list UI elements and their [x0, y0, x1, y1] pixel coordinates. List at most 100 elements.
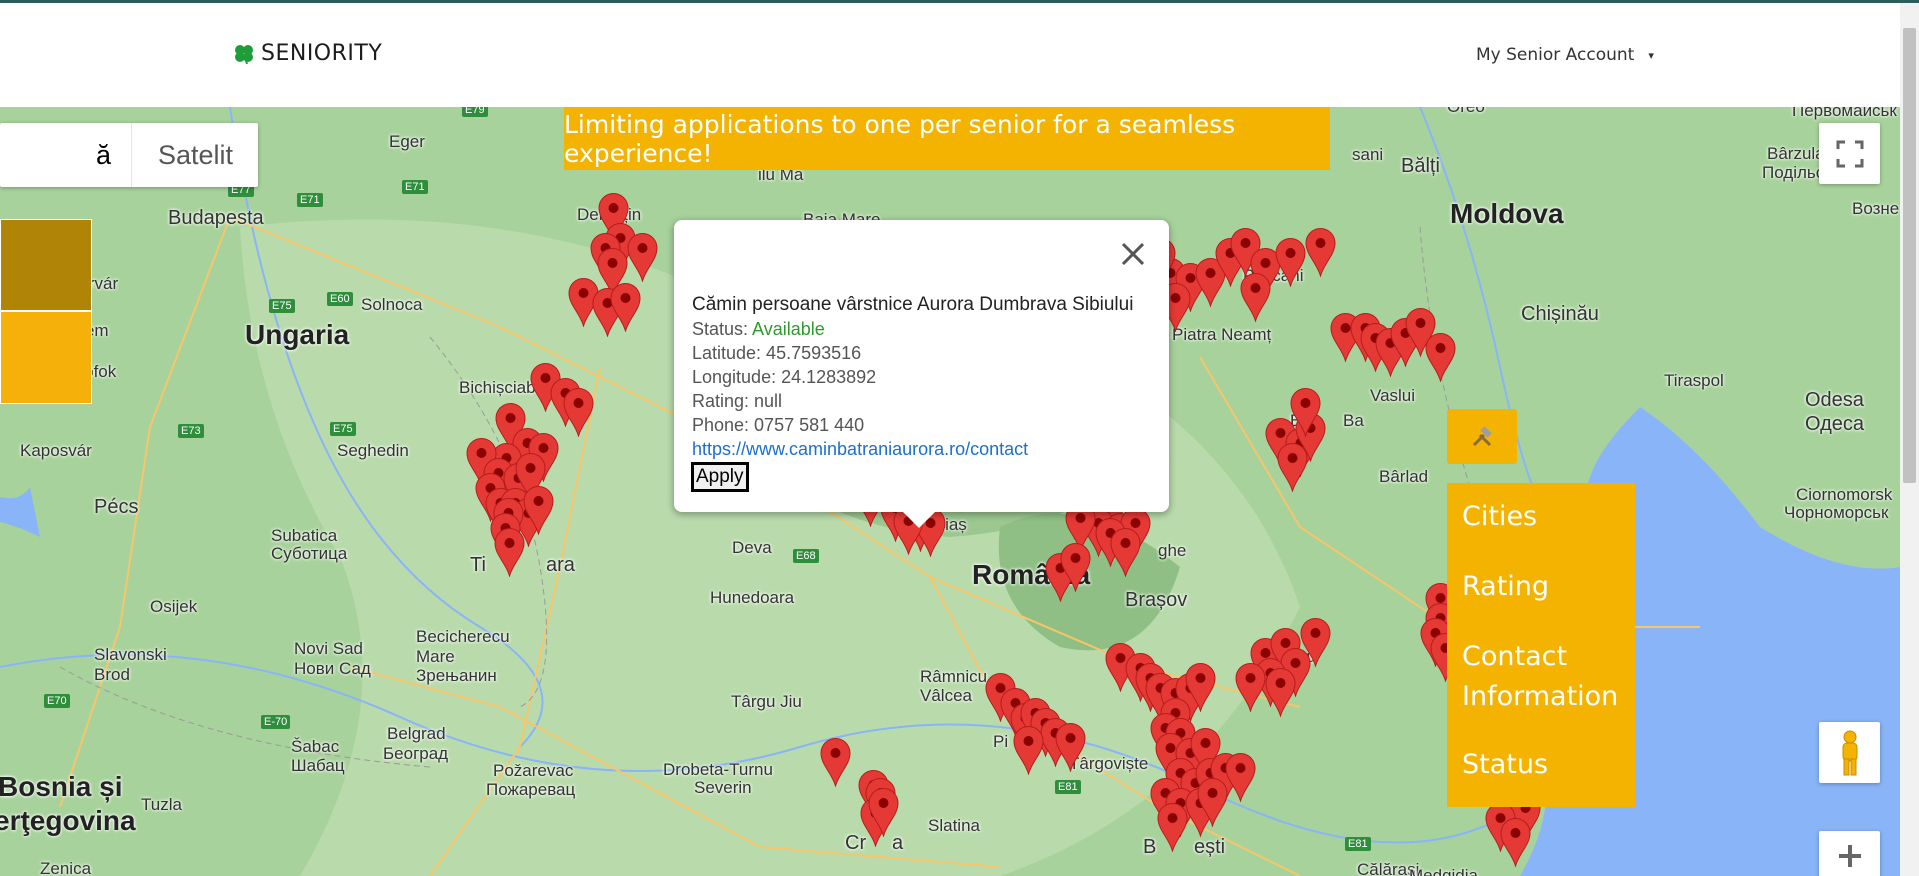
map-label: Oreo: [1447, 107, 1485, 117]
map[interactable]: Moldova Ungaria România Bosnia și erţego…: [0, 107, 1900, 876]
map-marker-icon[interactable]: [1300, 617, 1331, 667]
map-label: Чорноморськ: [1784, 503, 1889, 522]
map-marker-icon[interactable]: [610, 282, 641, 332]
map-label: Subatica: [271, 526, 338, 545]
map-label: Kaposvár: [20, 441, 92, 460]
apply-button[interactable]: Apply: [691, 462, 749, 492]
map-label: Bălți: [1401, 155, 1440, 177]
map-label: Brașov: [1125, 589, 1188, 611]
facility-latitude: Latitude: 45.7593516: [692, 343, 862, 363]
page-scrollbar[interactable]: [1900, 3, 1919, 876]
road-shield: E81: [1055, 780, 1081, 794]
map-label: Hunedoara: [710, 588, 795, 607]
map-type-harta[interactable]: ă: [0, 123, 132, 187]
facility-website-link[interactable]: https://www.caminbatraniaurora.ro/contac…: [692, 439, 1028, 459]
map-marker-icon[interactable]: [1235, 662, 1266, 712]
road-shield: E71: [402, 180, 428, 194]
plus-icon: [1838, 845, 1861, 867]
map-label: Râmnicu: [920, 667, 988, 686]
map-label: Odesa: [1805, 389, 1864, 411]
pegman-icon: [1842, 730, 1857, 775]
map-label: Severin: [694, 778, 752, 797]
map-label: Bosnia și: [0, 771, 123, 802]
map-label: Požarevac: [493, 761, 574, 780]
info-banner: Limiting applications to one per senior …: [564, 107, 1330, 170]
map-label: ești: [1194, 836, 1226, 858]
status-value: Available: [752, 319, 825, 339]
filter-status[interactable]: Status: [1462, 745, 1620, 785]
map-label: Osijek: [150, 597, 198, 616]
map-label: Becicherecu: [416, 627, 510, 646]
street-view-pegman[interactable]: [1819, 722, 1880, 783]
road-shield: E79: [462, 107, 488, 117]
side-tab-secondary[interactable]: [0, 311, 92, 404]
tools-button[interactable]: [1447, 409, 1517, 464]
brand[interactable]: SENIORITY: [233, 41, 382, 66]
map-label: Одеса: [1805, 413, 1865, 435]
map-marker-icon[interactable]: [1265, 667, 1296, 717]
map-label: Београд: [383, 744, 449, 763]
map-label: Пожаревац: [486, 780, 576, 799]
status-label: Status:: [692, 319, 753, 339]
map-label: Суботица: [271, 544, 348, 563]
map-label: Šabac: [291, 737, 340, 756]
map-marker-icon[interactable]: [563, 387, 594, 437]
map-label: Bârlad: [1379, 467, 1429, 486]
clover-icon: [235, 44, 253, 64]
map-label: Ungaria: [245, 319, 350, 350]
map-label: Первомайськ: [1792, 107, 1897, 120]
filter-rating[interactable]: Rating: [1462, 567, 1620, 607]
facility-status: Status: Available: [692, 317, 1133, 341]
road-shield: E75: [269, 299, 295, 313]
account-menu[interactable]: My Senior Account ▾: [1476, 45, 1654, 65]
road-shield: E68: [793, 549, 819, 563]
road-shield: E73: [178, 424, 204, 438]
map-marker-icon[interactable]: [1055, 722, 1086, 772]
navbar: SENIORITY My Senior Account ▾: [0, 3, 1900, 107]
side-tab-primary[interactable]: [0, 219, 92, 311]
road-shield: E70: [44, 694, 70, 708]
hammer-icon: [1472, 425, 1492, 446]
map-label: Moldova: [1450, 198, 1564, 229]
map-label: B: [1143, 836, 1157, 858]
map-marker-icon[interactable]: [868, 787, 899, 837]
map-label: Ti: [470, 554, 486, 576]
map-marker-icon[interactable]: [1060, 542, 1091, 592]
fullscreen-button[interactable]: [1819, 123, 1880, 184]
map-marker-icon[interactable]: [1197, 777, 1228, 827]
map-marker-icon[interactable]: [1305, 227, 1336, 277]
map-marker-icon[interactable]: [523, 485, 554, 535]
map-marker-icon[interactable]: [820, 737, 851, 787]
close-icon[interactable]: [1117, 238, 1149, 270]
map-marker-icon[interactable]: [1013, 725, 1044, 775]
map-label: Vâlcea: [920, 686, 972, 705]
account-label: My Senior Account: [1476, 45, 1635, 65]
map-type-satelit[interactable]: Satelit: [132, 140, 233, 171]
facility-longitude: Longitude: 24.1283892: [692, 367, 877, 387]
map-marker-icon[interactable]: [1425, 332, 1456, 382]
map-type-control[interactable]: ă Satelit: [0, 123, 258, 187]
map-marker-icon[interactable]: [494, 527, 525, 577]
zoom-in-button[interactable]: [1819, 831, 1880, 876]
map-label: Eger: [389, 132, 425, 151]
road-shield: E-70: [261, 715, 291, 729]
map-marker-icon[interactable]: [1500, 817, 1531, 867]
scrollbar-thumb[interactable]: [1903, 28, 1916, 483]
map-marker-icon[interactable]: [1275, 237, 1306, 287]
map-marker-icon[interactable]: [1110, 527, 1141, 577]
map-marker-icon[interactable]: [1290, 387, 1321, 437]
filter-cities[interactable]: Cities: [1462, 497, 1620, 537]
caret-down-icon: ▾: [1648, 48, 1654, 62]
map-marker-icon[interactable]: [627, 232, 658, 282]
map-marker-icon[interactable]: [1225, 752, 1256, 802]
map-marker-icon[interactable]: [1157, 802, 1188, 852]
map-label: ara: [546, 554, 575, 576]
map-marker-icon[interactable]: [1240, 272, 1271, 322]
filter-menu: Cities Rating Contact Information Status: [1447, 483, 1635, 807]
map-label: Pécs: [94, 496, 139, 518]
map-label: Шабац: [291, 756, 345, 775]
map-label: Bârzula: [1767, 144, 1825, 163]
info-window: Cămin persoane vârstnice Aurora Dumbrava…: [674, 220, 1169, 528]
filter-contact-information[interactable]: Contact Information: [1462, 637, 1620, 717]
facility-rating: Rating: null: [692, 391, 783, 411]
